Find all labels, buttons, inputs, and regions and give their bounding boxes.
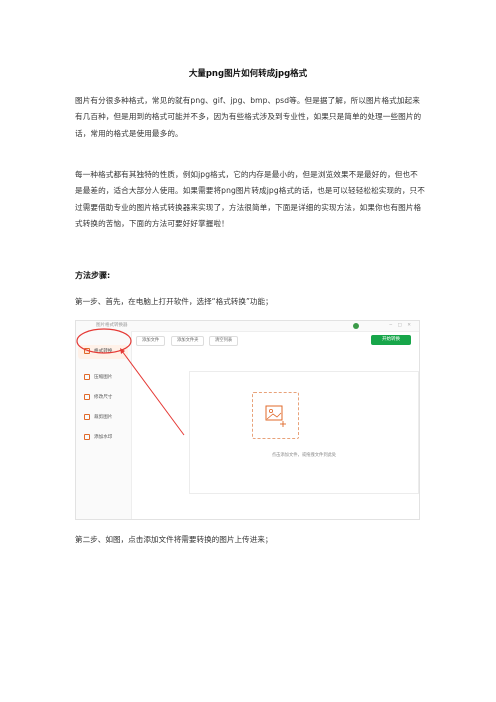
pointer-arrow bbox=[121, 350, 185, 436]
document-page: 大量png图片如何转成jpg格式 图片有分很多种格式，常见的就有png、gif、… bbox=[0, 0, 496, 702]
document-title: 大量png图片如何转成jpg格式 bbox=[188, 69, 308, 79]
annotation-overlay bbox=[76, 328, 185, 436]
paragraph-intro: 图片有分很多种格式，常见的就有png、gif、jpg、bmp、psd等。但是据了… bbox=[75, 96, 422, 138]
step-one-text: 第一步、首先，在电脑上打开软件，选择“格式转换”功能； bbox=[75, 297, 273, 306]
step-two-text: 第二步、如图，点击添加文件将需要转换的图片上传进来； bbox=[75, 535, 273, 544]
method-heading: 方法步骤: bbox=[75, 271, 111, 280]
paragraph-jpg: 每一种格式都有其独特的性质，例如jpg格式，它的内存是最小的，但是浏览效果不是最… bbox=[75, 170, 425, 229]
highlight-circle bbox=[76, 328, 132, 354]
app-screenshot: 图片格式转换器 ─ □ ✕ 格式转换 压缩图片 修改尺寸 裁剪图片 添加水印 添… bbox=[75, 320, 420, 520]
